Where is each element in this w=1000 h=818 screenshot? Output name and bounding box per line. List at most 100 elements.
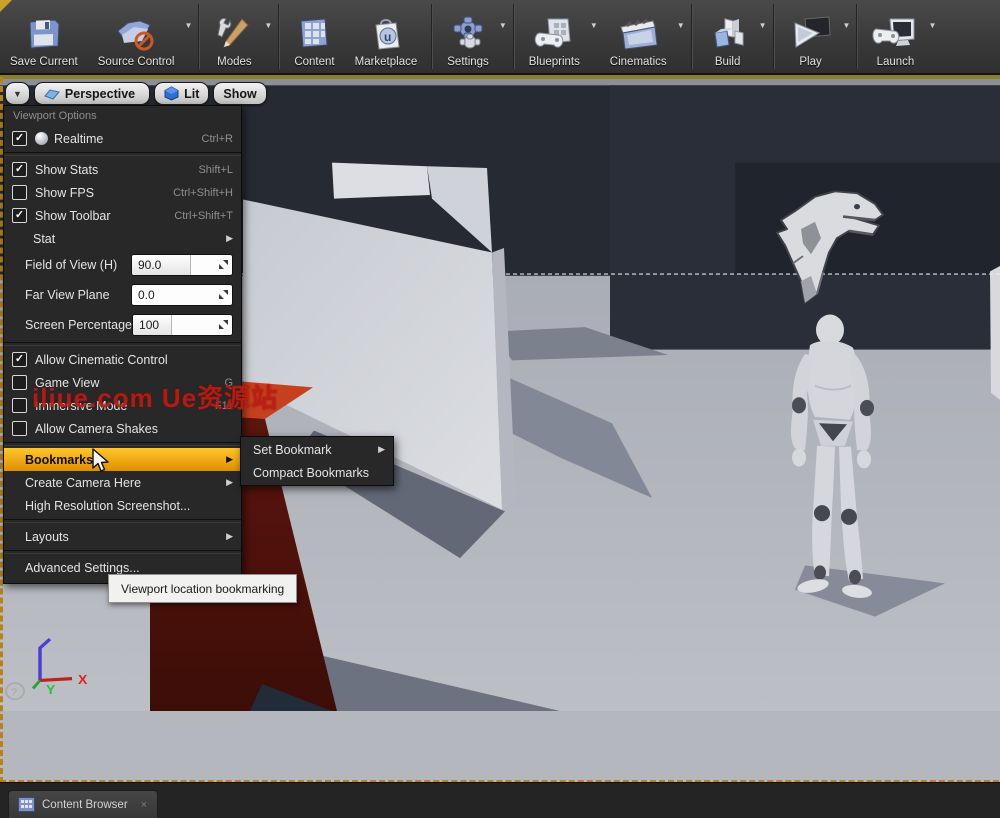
submenu-item-compact-bookmarks[interactable]: Compact Bookmarks xyxy=(241,461,393,484)
submenu-arrow-icon: ▶ xyxy=(226,531,233,541)
menu-item-far-view-plane: Far View Plane 0.0 xyxy=(4,280,241,310)
tooltip-text: Viewport location bookmarking xyxy=(121,581,285,596)
allow-cinematic-control-checkbox[interactable]: ✓ xyxy=(12,352,27,367)
immersive-mode-checkbox[interactable] xyxy=(12,398,27,413)
save-current-button[interactable]: Save Current xyxy=(0,0,88,73)
cinematics-icon xyxy=(615,14,661,54)
content-browser-tab-label: Content Browser xyxy=(42,798,128,811)
toolbar-separator xyxy=(512,4,515,69)
launch-icon xyxy=(872,14,918,54)
bottom-dock: Content Browser × xyxy=(0,782,1000,818)
main-toolbar: Save Current Source Control ▼ Modes ▼ Co… xyxy=(0,0,1000,75)
perspective-button[interactable]: Perspective xyxy=(33,82,151,105)
settings-caret-icon[interactable]: ▼ xyxy=(499,21,507,30)
menu-item-high-resolution-screenshot[interactable]: High Resolution Screenshot... xyxy=(4,494,241,517)
build-caret-icon[interactable]: ▼ xyxy=(759,21,767,30)
bookmarks-submenu: Set Bookmark ▶ Compact Bookmarks xyxy=(240,436,394,486)
save-icon xyxy=(25,14,63,54)
field-of-view-input[interactable]: 90.0 xyxy=(131,254,233,276)
corner-decoration xyxy=(0,0,12,12)
far-view-plane-input[interactable]: 0.0 xyxy=(131,284,233,306)
back-cube-left-face xyxy=(332,162,430,199)
blueprints-icon xyxy=(532,14,576,54)
toolbar-separator xyxy=(198,4,201,69)
menu-item-allow-cinematic-control[interactable]: ✓ Allow Cinematic Control xyxy=(4,348,241,371)
menu-separator xyxy=(4,550,241,554)
axis-x-label: X xyxy=(78,673,87,687)
menu-item-show-fps[interactable]: Show FPS Ctrl+Shift+H xyxy=(4,181,241,204)
menu-item-realtime[interactable]: ✓ Realtime Ctrl+R xyxy=(4,127,241,150)
launch-caret-icon[interactable]: ▼ xyxy=(928,21,936,30)
play-caret-icon[interactable]: ▼ xyxy=(843,21,851,30)
blueprints-caret-icon[interactable]: ▼ xyxy=(590,21,598,30)
menu-item-stat[interactable]: Stat ▶ xyxy=(4,227,241,250)
menu-section-header: Viewport Options xyxy=(13,110,97,122)
help-icon: ? xyxy=(11,688,17,698)
menu-item-create-camera-here[interactable]: Create Camera Here ▶ xyxy=(4,471,241,494)
screen-percentage-input[interactable]: 100 xyxy=(132,314,233,336)
perspective-label: Perspective xyxy=(64,86,136,101)
menu-separator xyxy=(4,152,241,156)
cinematics-button[interactable]: Cinematics xyxy=(600,0,677,73)
menu-separator xyxy=(4,519,241,523)
cinematics-caret-icon[interactable]: ▼ xyxy=(677,21,685,30)
axis-y-label: Y xyxy=(46,683,55,697)
menu-separator xyxy=(4,342,241,346)
submenu-arrow-icon: ▶ xyxy=(226,477,233,487)
show-fps-checkbox[interactable] xyxy=(12,185,27,200)
close-icon[interactable]: × xyxy=(141,799,147,811)
menu-separator xyxy=(4,442,241,446)
build-button[interactable]: Build xyxy=(697,0,759,73)
menu-item-bookmarks[interactable]: Bookmarks ▶ xyxy=(4,448,241,471)
show-toolbar-checkbox[interactable]: ✓ xyxy=(12,208,27,223)
menu-item-game-view[interactable]: Game View G xyxy=(4,371,241,394)
toolbar-separator xyxy=(856,4,859,69)
chevron-down-icon: ▼ xyxy=(13,88,22,99)
submenu-item-set-bookmark[interactable]: Set Bookmark ▶ xyxy=(241,438,393,461)
source-control-caret-icon[interactable]: ▼ xyxy=(184,21,192,30)
settings-button[interactable]: Settings xyxy=(437,0,499,73)
show-label: Show xyxy=(223,86,257,101)
content-icon xyxy=(295,14,333,54)
content-button[interactable]: Content xyxy=(284,0,344,73)
menu-item-layouts[interactable]: Layouts ▶ xyxy=(4,525,241,548)
source-control-button[interactable]: Source Control xyxy=(88,0,185,73)
toolbar-separator xyxy=(772,4,775,69)
right-edge-cube xyxy=(990,265,1000,400)
svg-text:u: u xyxy=(384,30,391,44)
marketplace-button[interactable]: u Marketplace xyxy=(345,0,428,73)
menu-item-show-toolbar[interactable]: ✓ Show Toolbar Ctrl+Shift+T xyxy=(4,204,241,227)
modes-button[interactable]: Modes xyxy=(204,0,264,73)
game-view-checkbox[interactable] xyxy=(12,375,27,390)
modes-caret-icon[interactable]: ▼ xyxy=(264,21,272,30)
menu-item-immersive-mode[interactable]: Immersive Mode F11 xyxy=(4,394,241,417)
lit-button[interactable]: Lit xyxy=(154,82,210,105)
toolbar-separator xyxy=(278,4,281,69)
drag-spinner-icon[interactable] xyxy=(218,259,229,270)
viewport-top-border xyxy=(0,75,1000,79)
viewport-options-button[interactable]: ▼ xyxy=(5,82,30,105)
realtime-checkbox[interactable]: ✓ xyxy=(12,131,27,146)
lit-icon xyxy=(164,86,179,101)
modes-icon xyxy=(214,14,254,54)
lit-label: Lit xyxy=(184,86,200,101)
menu-item-show-stats[interactable]: ✓ Show Stats Shift+L xyxy=(4,158,241,181)
launch-button[interactable]: Launch xyxy=(862,0,928,73)
blueprints-button[interactable]: Blueprints xyxy=(519,0,590,73)
marketplace-icon: u xyxy=(368,14,404,54)
submenu-arrow-icon: ▶ xyxy=(226,233,233,243)
drag-spinner-icon[interactable] xyxy=(218,289,229,300)
menu-item-field-of-view: Field of View (H) 90.0 xyxy=(4,250,241,280)
toolbar-separator xyxy=(431,4,434,69)
play-button[interactable]: Play xyxy=(779,0,843,73)
allow-camera-shakes-checkbox[interactable] xyxy=(12,421,27,436)
drag-spinner-icon[interactable] xyxy=(218,319,229,330)
source-control-icon xyxy=(114,14,158,54)
menu-item-allow-camera-shakes[interactable]: Allow Camera Shakes xyxy=(4,417,241,440)
submenu-arrow-icon: ▶ xyxy=(226,454,233,464)
show-button[interactable]: Show xyxy=(213,82,267,105)
show-stats-checkbox[interactable]: ✓ xyxy=(12,162,27,177)
build-icon xyxy=(707,14,749,54)
content-browser-tab[interactable]: Content Browser × xyxy=(8,790,159,818)
perspective-icon xyxy=(44,88,60,100)
